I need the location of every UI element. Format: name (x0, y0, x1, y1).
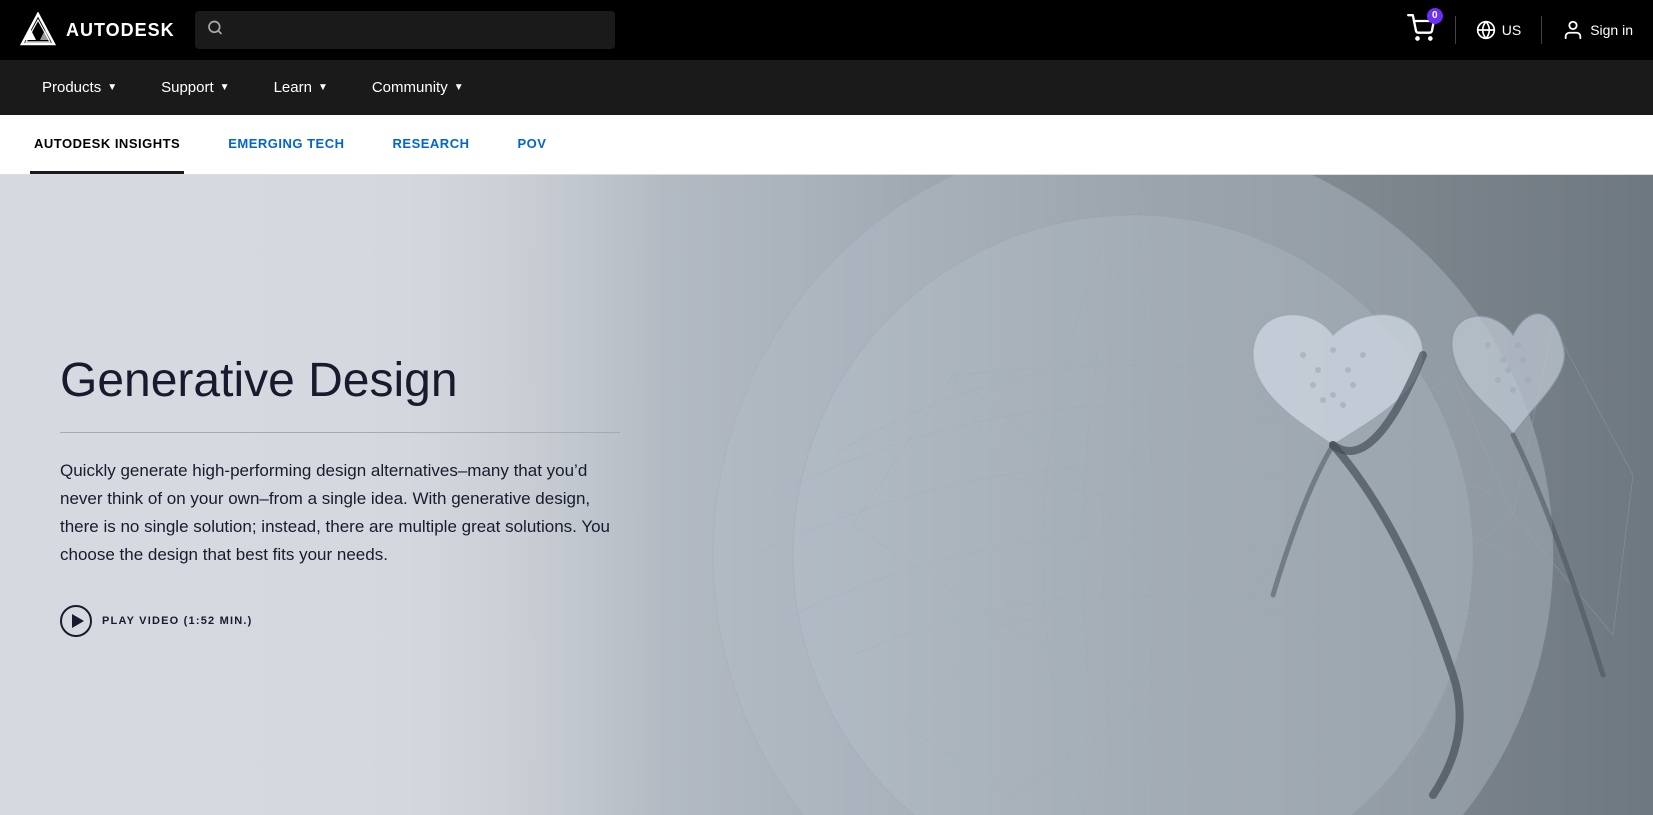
nav-item-products[interactable]: Products ▼ (20, 60, 139, 115)
top-navbar: AUTODESK 0 US (0, 0, 1653, 60)
logo-area[interactable]: AUTODESK (20, 12, 175, 48)
hero-section: Generative Design Quickly generate high-… (0, 175, 1653, 815)
nav-label-products: Products (42, 79, 101, 96)
chevron-down-icon-support: ▼ (220, 82, 230, 93)
nav-label-learn: Learn (274, 79, 312, 96)
tab-insights[interactable]: AUTODESK INSIGHTS (30, 115, 184, 174)
hero-title: Generative Design (60, 353, 620, 408)
signin-label: Sign in (1590, 22, 1633, 38)
region-label: US (1502, 22, 1521, 38)
chevron-down-icon-learn: ▼ (318, 82, 328, 93)
play-label: PLAY VIDEO (1:52 MIN.) (102, 615, 253, 627)
nav-item-support[interactable]: Support ▼ (139, 60, 251, 115)
tab-pov[interactable]: POV (513, 115, 550, 174)
nav-item-community[interactable]: Community ▼ (350, 60, 486, 115)
search-input[interactable] (195, 11, 615, 49)
nav-item-learn[interactable]: Learn ▼ (252, 60, 350, 115)
signin-button[interactable]: Sign in (1562, 19, 1633, 41)
logo-text: AUTODESK (66, 20, 175, 41)
chevron-down-icon-community: ▼ (454, 82, 464, 93)
tabs-bar: AUTODESK INSIGHTS EMERGING TECH RESEARCH… (0, 115, 1653, 175)
nav-label-community: Community (372, 79, 448, 96)
autodesk-logo-icon (20, 12, 56, 48)
search-wrapper (195, 11, 615, 49)
hero-divider (60, 432, 620, 433)
play-circle-icon (60, 605, 92, 637)
nav-divider (1455, 16, 1456, 44)
cart-badge: 0 (1427, 8, 1443, 24)
nav-label-support: Support (161, 79, 214, 96)
region-button[interactable]: US (1476, 20, 1521, 40)
play-video-button[interactable]: PLAY VIDEO (1:52 MIN.) (60, 605, 253, 637)
play-triangle-icon (72, 614, 84, 628)
tab-emerging-tech[interactable]: EMERGING TECH (224, 115, 348, 174)
search-icon (207, 20, 223, 41)
nav-divider-2 (1541, 16, 1542, 44)
hero-content: Generative Design Quickly generate high-… (0, 175, 660, 815)
hero-generative-design-visual (553, 175, 1653, 815)
hero-description: Quickly generate high-performing design … (60, 457, 620, 569)
secondary-navbar: Products ▼ Support ▼ Learn ▼ Community ▼ (0, 60, 1653, 115)
top-nav-right: 0 US Sign in (1407, 14, 1633, 47)
cart-button[interactable]: 0 (1407, 14, 1435, 47)
chevron-down-icon-products: ▼ (107, 82, 117, 93)
tab-research[interactable]: RESEARCH (389, 115, 474, 174)
